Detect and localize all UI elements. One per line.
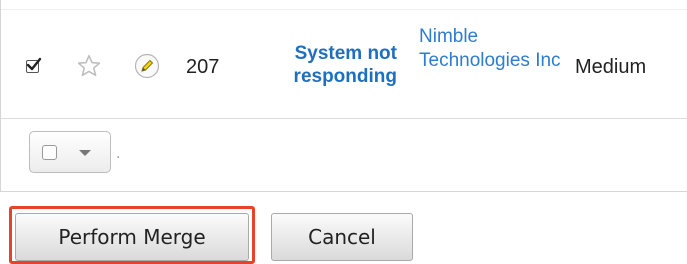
pencil-icon[interactable] — [134, 53, 160, 79]
priority-value: Medium — [575, 56, 647, 78]
table-row: 207 System not responding Nimble Technol… — [1, 0, 687, 119]
account-link[interactable]: Nimble Technologies Inc — [419, 25, 569, 73]
subject-link[interactable]: System not responding — [267, 42, 397, 88]
row-checkbox[interactable] — [26, 57, 42, 73]
star-icon[interactable] — [76, 53, 102, 79]
select-all-checkbox[interactable] — [42, 145, 57, 160]
checkmark-icon — [26, 57, 42, 71]
cancel-button[interactable]: Cancel — [271, 213, 413, 261]
list-panel: 207 System not responding Nimble Technol… — [0, 0, 687, 192]
chevron-down-icon[interactable] — [79, 150, 91, 156]
record-number: 207 — [186, 56, 220, 78]
mass-select-dropdown[interactable] — [29, 131, 111, 173]
perform-merge-button[interactable]: Perform Merge — [15, 213, 249, 261]
footer-separator: . — [116, 145, 121, 162]
